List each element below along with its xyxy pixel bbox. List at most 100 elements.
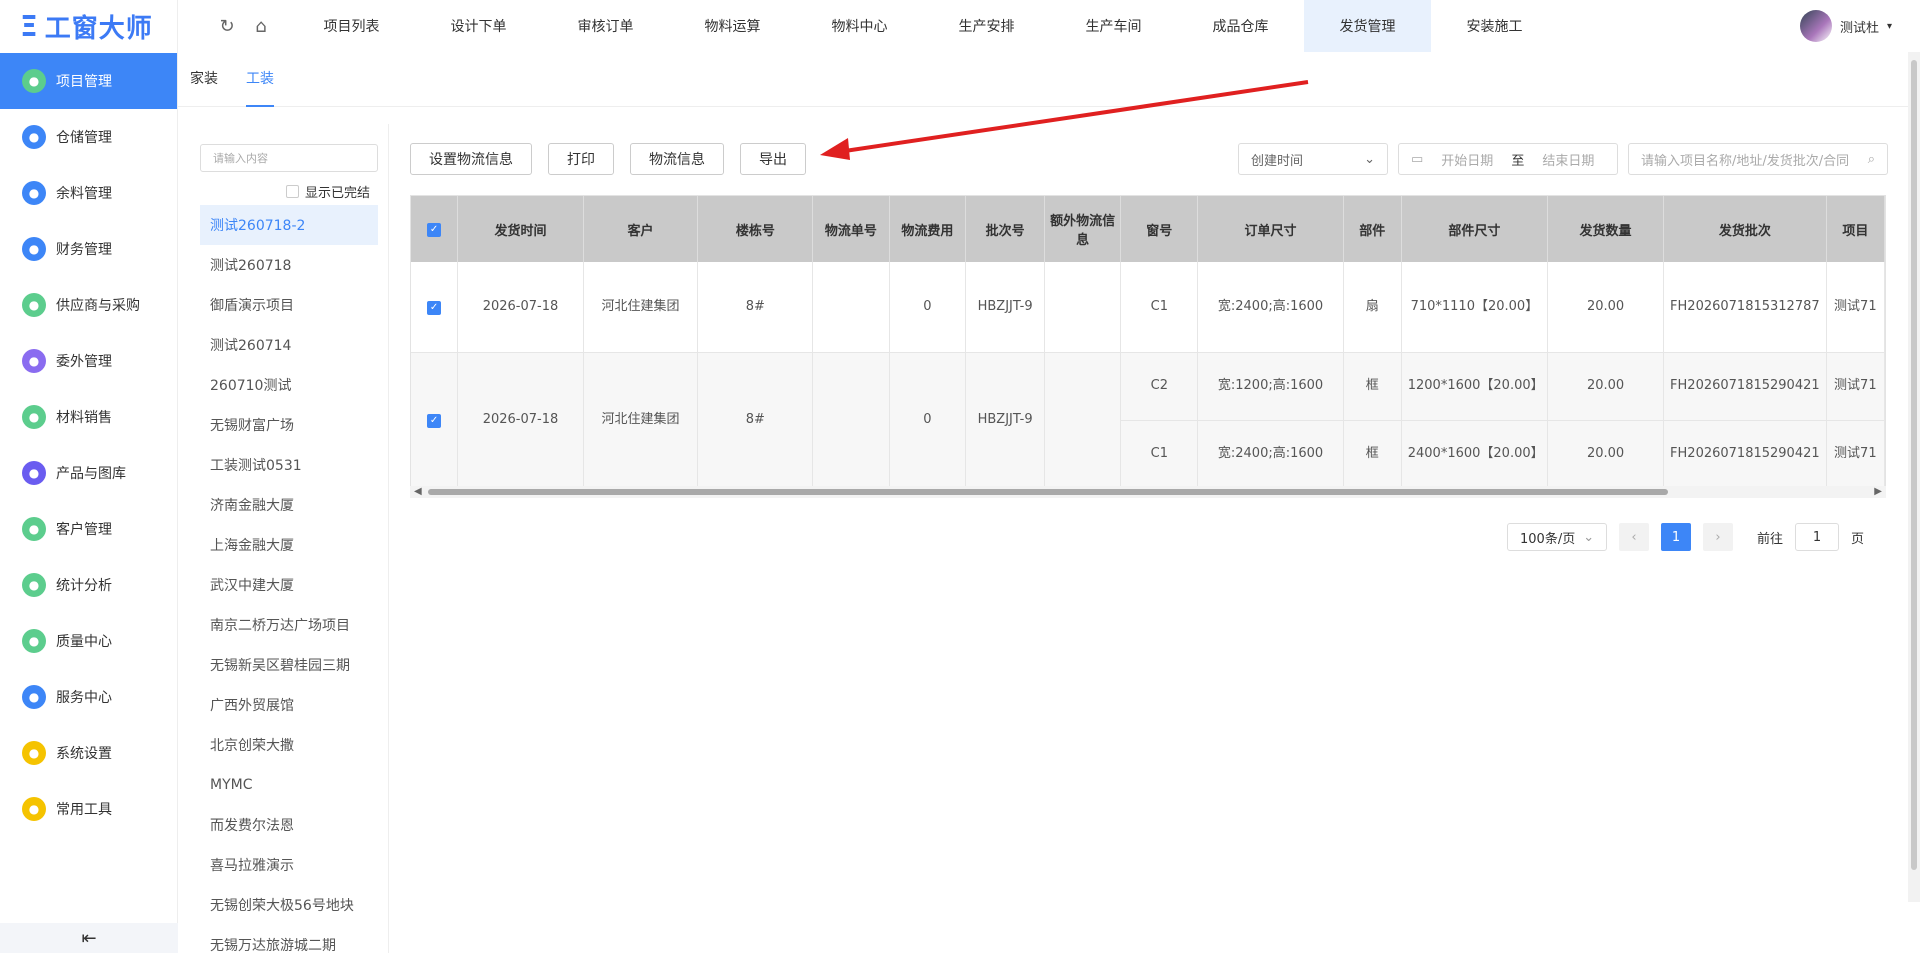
sidebar-item-6[interactable]: ● 材料销售 bbox=[0, 389, 177, 445]
scroll-left-icon[interactable]: ◀ bbox=[414, 486, 422, 497]
user-menu[interactable]: 测试杜 ▾ bbox=[1799, 10, 1892, 42]
cell-window: C2 bbox=[1120, 352, 1199, 421]
nav-item-9[interactable]: 安装施工 bbox=[1431, 0, 1558, 52]
project-list-item[interactable]: 测试260718 bbox=[200, 245, 378, 285]
cell-window: C1 bbox=[1120, 420, 1199, 489]
sidebar-item-3[interactable]: ● 财务管理 bbox=[0, 221, 177, 277]
project-list-item[interactable]: 工装测试0531 bbox=[200, 445, 378, 485]
sidebar-item-12[interactable]: ● 系统设置 bbox=[0, 725, 177, 781]
select-all-checkbox[interactable]: ✓ bbox=[411, 196, 459, 262]
top-nav: ↻ ⌂ 项目列表 设计下单 审核订单 物料运算 物料中心 生产安排 生产车间 成品仓库 发货管理… bbox=[178, 0, 1920, 52]
column-header: 发货批次 bbox=[1663, 196, 1827, 262]
nav-item-7[interactable]: 成品仓库 bbox=[1177, 0, 1304, 52]
tab-home-decor[interactable]: 家装 bbox=[190, 52, 218, 107]
menu-icon: ● bbox=[22, 237, 46, 261]
cell-project: 测试71 bbox=[1826, 262, 1885, 353]
set-logistics-button[interactable]: 设置物流信息 bbox=[410, 143, 532, 175]
sidebar-item-7[interactable]: ● 产品与图库 bbox=[0, 445, 177, 501]
app-logo[interactable]: Ξ 工窗大师 bbox=[0, 0, 177, 53]
nav-item-4[interactable]: 物料中心 bbox=[796, 0, 923, 52]
date-to-label: 至 bbox=[1511, 153, 1525, 169]
prev-page-button[interactable]: ‹ bbox=[1619, 523, 1649, 551]
scroll-right-icon[interactable]: ▶ bbox=[1874, 486, 1882, 497]
vscroll-thumb[interactable] bbox=[1911, 60, 1917, 870]
cell-batch: HBZJJT-9 bbox=[965, 262, 1046, 353]
project-list-item[interactable]: 无锡财富广场 bbox=[200, 405, 378, 445]
annotation-arrow bbox=[820, 80, 1309, 160]
nav-item-3[interactable]: 物料运算 bbox=[669, 0, 796, 52]
logistics-info-button[interactable]: 物流信息 bbox=[630, 143, 724, 175]
show-done-checkbox[interactable]: 显示已完结 bbox=[286, 182, 388, 201]
sidebar-item-2[interactable]: ● 余料管理 bbox=[0, 165, 177, 221]
row-checkbox[interactable]: ✓ bbox=[411, 352, 459, 489]
project-list-item[interactable]: 喜马拉雅演示 bbox=[200, 845, 378, 885]
refresh-icon[interactable]: ↻ bbox=[216, 16, 238, 37]
project-list-item[interactable]: 无锡万达旅游城二期 bbox=[200, 925, 378, 965]
search-placeholder: 请输入内容 bbox=[213, 152, 268, 165]
project-list-item[interactable]: 而发费尔法恩 bbox=[200, 805, 378, 845]
row-checkbox[interactable]: ✓ bbox=[411, 262, 459, 353]
nav-item-5[interactable]: 生产安排 bbox=[923, 0, 1050, 52]
sidebar-item-label: 仓储管理 bbox=[56, 130, 112, 146]
chevron-down-icon: ⌄ bbox=[1364, 151, 1375, 167]
project-list-item[interactable]: 260710测试 bbox=[200, 365, 378, 405]
main-search-input[interactable]: 请输入项目名称/地址/发货批次/合同 ⌕ bbox=[1628, 143, 1888, 175]
next-page-button[interactable]: › bbox=[1703, 523, 1733, 551]
cell-size: 宽:2400;高:1600 bbox=[1197, 420, 1344, 489]
project-list-panel: 请输入内容 显示已完结 测试260718-2 测试260718 御盾演示项目 测试26… bbox=[178, 124, 389, 954]
vertical-scrollbar[interactable] bbox=[1908, 52, 1920, 902]
horizontal-scrollbar[interactable]: ◀ ▶ bbox=[410, 486, 1886, 498]
sidebar-item-11[interactable]: ● 服务中心 bbox=[0, 669, 177, 725]
cell-extra bbox=[1044, 262, 1122, 353]
sidebar-item-9[interactable]: ● 统计分析 bbox=[0, 557, 177, 613]
project-list-item[interactable]: 北京创荣大撒 bbox=[200, 725, 378, 765]
sidebar-item-label: 委外管理 bbox=[56, 354, 112, 370]
sidebar-item-8[interactable]: ● 客户管理 bbox=[0, 501, 177, 557]
cell-fee: 0 bbox=[889, 352, 967, 489]
sidebar-item-10[interactable]: ● 质量中心 bbox=[0, 613, 177, 669]
sidebar-item-label: 客户管理 bbox=[56, 522, 112, 538]
sidebar-item-label: 余料管理 bbox=[56, 186, 112, 202]
project-list-item[interactable]: 武汉中建大厦 bbox=[200, 565, 378, 605]
menu-icon: ● bbox=[22, 181, 46, 205]
project-list-item[interactable]: MYMC bbox=[200, 765, 378, 805]
home-icon[interactable]: ⌂ bbox=[250, 16, 272, 37]
sidebar-item-4[interactable]: ● 供应商与采购 bbox=[0, 277, 177, 333]
project-list-item[interactable]: 济南金融大厦 bbox=[200, 485, 378, 525]
export-button[interactable]: 导出 bbox=[740, 143, 806, 175]
nav-item-6[interactable]: 生产车间 bbox=[1050, 0, 1177, 52]
nav-item-2[interactable]: 审核订单 bbox=[542, 0, 669, 52]
date-range-picker[interactable]: ▭ 开始日期 至 结束日期 bbox=[1398, 143, 1618, 175]
sidebar-item-label: 服务中心 bbox=[56, 690, 112, 706]
table-row[interactable]: ✓ 2026-07-18 河北住建集团 8# 0 HBZJJT-9 C1 宽:2400;高:1… bbox=[411, 262, 1885, 353]
table-row[interactable]: ✓ 2026-07-18 河北住建集团 8# 0 HBZJJT-9 C2 宽:1200;高:1… bbox=[411, 352, 1885, 489]
project-list-item[interactable]: 测试260714 bbox=[200, 325, 378, 365]
project-list-item[interactable]: 无锡创荣大极56号地块 bbox=[200, 885, 378, 925]
project-list-item[interactable]: 南京二桥万达广场项目 bbox=[200, 605, 378, 645]
print-button[interactable]: 打印 bbox=[548, 143, 614, 175]
collapse-sidebar-icon[interactable]: ⇤ bbox=[0, 923, 178, 953]
tab-engineering[interactable]: 工装 bbox=[246, 52, 274, 107]
sidebar-item-1[interactable]: ● 仓储管理 bbox=[0, 109, 177, 165]
cell-batch: HBZJJT-9 bbox=[965, 352, 1046, 489]
nav-item-0[interactable]: 项目列表 bbox=[288, 0, 415, 52]
project-list-item[interactable]: 无锡新吴区碧桂园三期 bbox=[200, 645, 378, 685]
project-list-item[interactable]: 上海金融大厦 bbox=[200, 525, 378, 565]
project-list-item[interactable]: 御盾演示项目 bbox=[200, 285, 378, 325]
sidebar-item-0[interactable]: ● 项目管理 bbox=[0, 53, 177, 109]
page-1-button[interactable]: 1 bbox=[1661, 523, 1691, 551]
sidebar-item-5[interactable]: ● 委外管理 bbox=[0, 333, 177, 389]
goto-page-input[interactable]: 1 bbox=[1795, 523, 1840, 551]
project-search-input[interactable]: 请输入内容 bbox=[200, 144, 378, 172]
sidebar-item-13[interactable]: ● 常用工具 bbox=[0, 781, 177, 837]
scroll-thumb[interactable] bbox=[428, 489, 1668, 495]
project-list-item[interactable]: 广西外贸展馆 bbox=[200, 685, 378, 725]
cell-extra bbox=[1044, 352, 1122, 489]
column-header: 物流费用 bbox=[889, 196, 967, 262]
shipment-table: ✓ 发货时间 客户 楼栋号 物流单号 物流费用 批次号 额外物流信息 窗号 订单尺寸 部件 部件尺寸发… bbox=[410, 195, 1886, 494]
project-list-item[interactable]: 测试260718-2 bbox=[200, 205, 378, 245]
nav-item-8[interactable]: 发货管理 bbox=[1304, 0, 1431, 52]
nav-item-1[interactable]: 设计下单 bbox=[415, 0, 542, 52]
sidebar-item-label: 产品与图库 bbox=[56, 466, 126, 482]
per-page-select[interactable]: 100条/页 ⌄ bbox=[1507, 523, 1607, 551]
